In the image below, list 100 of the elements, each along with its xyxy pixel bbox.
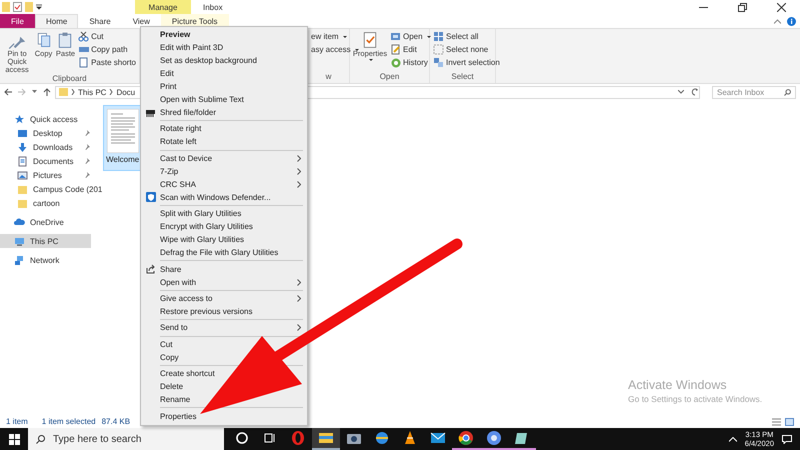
ribbon-tab[interactable]: File [0,14,35,28]
ribbon-small-button[interactable]: Paste shorto [78,57,136,68]
dropdown-icon[interactable] [678,90,684,94]
large-icons-view-icon[interactable] [785,418,794,426]
taskbar-app[interactable] [452,428,480,450]
search-icon [36,434,45,444]
document-thumbnail [107,109,139,153]
activation-message: Go to Settings to activate Windows. [628,394,762,404]
quick-access-icon [14,114,25,124]
group-label: Open [378,72,400,83]
search-field[interactable]: Search Inbox [712,86,796,98]
menu-item[interactable]: Give access to [141,292,307,305]
ribbon-small-button[interactable]: Copy path [78,44,136,55]
ribbon-small-button[interactable]: Select none [433,44,500,55]
desktop-icon [17,128,28,138]
sidebar-item[interactable]: Campus Code (201 [0,182,100,196]
menu-item[interactable]: Rename [141,393,307,406]
menu-item[interactable]: Send to [141,321,307,334]
taskbar-app[interactable] [480,428,508,450]
menu-item[interactable]: Open with [141,276,307,289]
sidebar-item[interactable]: Desktop [0,126,100,140]
sidebar-item[interactable]: Documents [0,154,100,168]
menu-item[interactable]: Cast to Device [141,152,307,165]
menu-item[interactable]: Copy [141,350,307,364]
help-icon[interactable] [787,16,796,26]
sidebar-item[interactable]: Downloads [0,140,100,154]
dropdown-icon[interactable] [36,4,42,10]
menu-item[interactable]: Scan with Windows Defender... [141,190,307,204]
menu-item[interactable]: Restore previous versions [141,304,307,318]
menu-item[interactable]: Split with Glary Utilities [141,207,307,220]
breadcrumb[interactable]: Docu [116,88,136,96]
cloud-icon [14,216,25,228]
notifications-icon[interactable] [782,434,792,444]
ribbon-small-icon [390,57,401,68]
properties-icon[interactable] [13,2,22,12]
documents-icon [17,156,28,166]
ribbon-small-icon [433,31,444,42]
back-icon[interactable] [4,88,12,96]
chevron-icon[interactable] [109,89,114,95]
file-tile[interactable]: Welcome [103,105,143,171]
sidebar-item[interactable]: Pictures [0,168,100,182]
menu-item[interactable]: Rotate right [141,122,307,136]
downloads-icon [17,142,28,152]
sidebar-item[interactable]: Network [0,253,91,267]
menu-item[interactable]: Shred file/folder [141,106,307,119]
sidebar-item[interactable]: cartoon [0,196,100,210]
ribbon-small-icon [78,57,90,68]
folder-icon [17,184,28,194]
manage-tab-group: Manage [135,0,191,14]
refresh-icon[interactable] [691,88,699,96]
ribbon-small-button[interactable]: History [390,57,431,68]
network-icon [14,254,25,266]
selection-count: 1 item selected [42,417,96,426]
menu-item[interactable]: Properties [141,410,307,423]
sidebar-item[interactable]: Quick access [0,112,91,126]
window-title: Inbox [203,2,223,12]
menu-item[interactable]: Encrypt with Glary Utilities [141,220,307,234]
close-icon[interactable] [777,2,786,12]
menu-item[interactable]: Edit with Paint 3D [141,41,307,54]
menu-item[interactable]: Share [141,262,307,276]
menu-item[interactable]: Defrag the File with Glary Utilities [141,246,307,260]
menu-item[interactable]: Rotate left [141,135,307,148]
taskbar-app[interactable] [312,428,340,450]
menu-item[interactable]: Set as desktop background [141,54,307,67]
ribbon-tab[interactable]: Share [78,14,122,28]
menu-item[interactable]: 7-Zip [141,164,307,178]
ribbon-small-button[interactable]: Select all [433,31,500,42]
ribbon-small-icon [433,44,444,55]
ribbon-tab[interactable]: View [122,14,161,28]
sidebar-item[interactable]: This PC [0,234,91,248]
folder-icon [17,198,28,208]
computer-icon [14,236,25,246]
ribbon-small-button[interactable]: Cut [78,31,136,42]
menu-item[interactable]: Delete [141,380,307,394]
menu-item[interactable]: CRC SHA [141,178,307,191]
menu-item[interactable]: Preview [141,28,307,41]
breadcrumb[interactable]: This PC [78,88,106,96]
show-hidden-icons-icon[interactable] [728,436,737,442]
ribbon-small-button[interactable]: Open [390,31,431,42]
windows-start-icon[interactable] [8,434,20,444]
menu-item[interactable]: Wipe with Glary Utilities [141,233,307,246]
globe-icon [374,430,390,446]
chevron-icon[interactable] [71,89,75,95]
taskbar-search-field[interactable]: Type here to search [28,428,224,450]
ribbon-small-button[interactable]: ew item [311,31,359,42]
details-view-icon[interactable] [772,418,781,426]
up-icon[interactable] [43,88,51,96]
shield-icon [146,192,156,202]
menu-item[interactable]: Create shortcut [141,367,307,380]
ribbon-tab[interactable]: Home [35,14,78,28]
restore-icon[interactable] [738,2,747,12]
collapse-ribbon-icon[interactable] [774,18,781,24]
sidebar-item[interactable]: OneDrive [0,215,91,229]
mail-icon [430,430,446,446]
menu-item[interactable]: Edit [141,67,307,80]
ribbon-small-button[interactable]: Invert selection [433,57,500,68]
recent-dropdown-icon[interactable] [32,90,37,94]
menu-item[interactable]: Open with Sublime Text [141,93,307,106]
ribbon-small-button[interactable]: Edit [390,44,431,55]
menu-item[interactable]: Print [141,80,307,93]
